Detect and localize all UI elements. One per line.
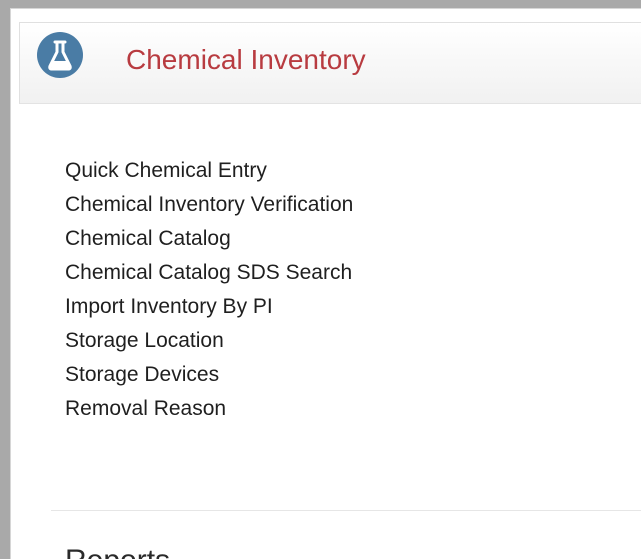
chemical-inventory-menu: Quick Chemical Entry Chemical Inventory … [65,154,353,426]
section-divider [51,510,641,511]
menu-item-chemical-inventory-verification[interactable]: Chemical Inventory Verification [65,188,353,222]
menu-item-chemical-catalog[interactable]: Chemical Catalog [65,222,353,256]
menu-item-quick-chemical-entry[interactable]: Quick Chemical Entry [65,154,353,188]
page-title: Chemical Inventory [126,44,366,75]
menu-item-removal-reason[interactable]: Removal Reason [65,392,353,426]
chemical-inventory-panel: Chemical Inventory Quick Chemical Entry … [10,8,641,559]
menu-item-storage-devices[interactable]: Storage Devices [65,358,353,392]
menu-item-storage-location[interactable]: Storage Location [65,324,353,358]
flask-icon [37,32,83,78]
menu-item-import-inventory-by-pi[interactable]: Import Inventory By PI [65,290,353,324]
menu-item-chemical-catalog-sds-search[interactable]: Chemical Catalog SDS Search [65,256,353,290]
reports-heading: Reports [65,544,170,559]
